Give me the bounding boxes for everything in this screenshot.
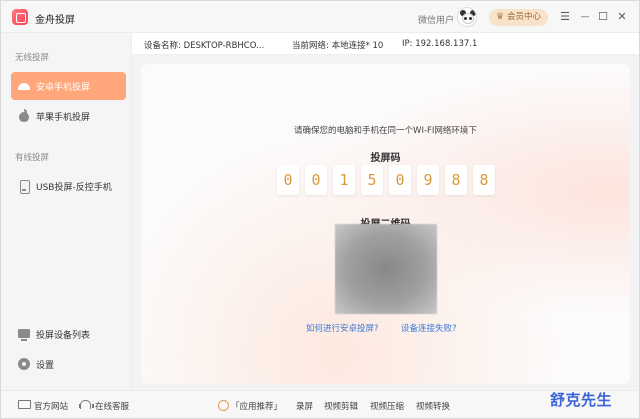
ip-address: IP: 192.168.137.1 [402,39,478,49]
connection-failed-link[interactable]: 设备连接失败? [401,322,457,334]
crown-icon: ♛ [496,12,505,22]
video-convert-link[interactable]: 视频转换 [416,400,450,412]
cast-code-digit: 1 [333,165,355,195]
sidebar-item-device-list[interactable]: 投屏设备列表 [11,320,126,348]
app-recommend-icon [217,399,229,411]
record-screen-link[interactable]: 录屏 [296,400,313,412]
user-name[interactable]: 微信用户 [418,13,454,26]
cast-card: 请确保您的电脑和手机在同一个WI-FI网络环境下 投屏码 0 0 1 5 0 9… [141,64,630,384]
sidebar: 无线投屏 安卓手机投屏 苹果手机投屏 有线投屏 USB投屏-反控手机 投屏设备列… [1,33,132,390]
current-network: 当前网络: 本地连接* 10 [292,41,384,51]
video-edit-link[interactable]: 视频剪辑 [324,400,358,412]
devices-icon [18,328,30,341]
qr-code-image [335,224,437,314]
sidebar-item-label: 设置 [36,361,55,371]
cast-code-digit: 0 [389,165,411,195]
main-panel: 请确保您的电脑和手机在同一个WI-FI网络环境下 投屏码 0 0 1 5 0 9… [132,55,639,390]
app-title: 金舟投屏 [35,15,75,26]
watermark: 舒克先生 [550,391,613,409]
section-label-wireless: 无线投屏 [15,53,50,63]
video-compress-link[interactable]: 视频压缩 [370,400,404,412]
gear-icon [18,358,30,370]
sidebar-item-label: 苹果手机投屏 [36,113,91,123]
member-center-button[interactable]: ♛ 会员中心 [489,9,548,26]
sidebar-item-android[interactable]: 安卓手机投屏 [11,72,126,100]
usb-icon [18,180,30,194]
sidebar-item-label: 投屏设备列表 [36,331,91,341]
website-icon [18,399,31,410]
member-center-label: 会员中心 [507,12,542,22]
avatar[interactable] [457,7,477,27]
cast-code-digit: 0 [277,165,299,195]
menu-icon[interactable]: ☰ [558,10,572,24]
cast-code-digit: 0 [305,165,327,195]
cast-code-title: 投屏码 [370,153,401,164]
cast-code: 0 0 1 5 0 9 8 8 [277,165,495,195]
device-info-bar: 设备名称: DESKTOP-RBHCO... 当前网络: 本地连接* 10 IP… [132,33,639,55]
sidebar-item-apple[interactable]: 苹果手机投屏 [11,102,126,130]
sidebar-item-label: 安卓手机投屏 [36,83,91,93]
sidebar-item-label: USB投屏-反控手机 [36,183,112,193]
app-recommend-label: 「应用推荐」 [231,402,283,412]
app-logo-icon [12,9,28,25]
cast-code-digit: 9 [417,165,439,195]
howto-android-link[interactable]: 如何进行安卓投屏? [306,322,379,334]
title-bar: 金舟投屏 微信用户 ♛ 会员中心 ☰ — ☐ ✕ [1,1,639,33]
footer-bar: 官方网站 在线客服 「应用推荐」 录屏 视频剪辑 视频压缩 视频转换 [1,390,639,418]
official-website-link[interactable]: 官方网站 [34,400,68,412]
headset-icon [79,399,94,410]
section-label-wired: 有线投屏 [15,153,50,163]
network-hint: 请确保您的电脑和手机在同一个WI-FI网络环境下 [294,126,477,136]
cast-code-digit: 5 [361,165,383,195]
minimize-icon[interactable]: — [578,10,592,24]
android-icon [18,80,30,92]
avatar-eye-icon [464,17,467,20]
sidebar-item-usb[interactable]: USB投屏-反控手机 [11,172,126,200]
close-icon[interactable]: ✕ [615,10,629,24]
sidebar-item-settings[interactable]: 设置 [11,350,126,378]
maximize-icon[interactable]: ☐ [596,10,610,24]
app-window: 金舟投屏 微信用户 ♛ 会员中心 ☰ — ☐ ✕ 无线投屏 安卓手机投屏 苹果手… [0,0,640,419]
cast-code-digit: 8 [445,165,467,195]
online-support-link[interactable]: 在线客服 [95,400,129,412]
cast-code-digit: 8 [473,165,495,195]
device-name: 设备名称: DESKTOP-RBHCO... [144,41,265,51]
avatar-eye-icon [469,17,472,20]
apple-icon [18,109,30,122]
